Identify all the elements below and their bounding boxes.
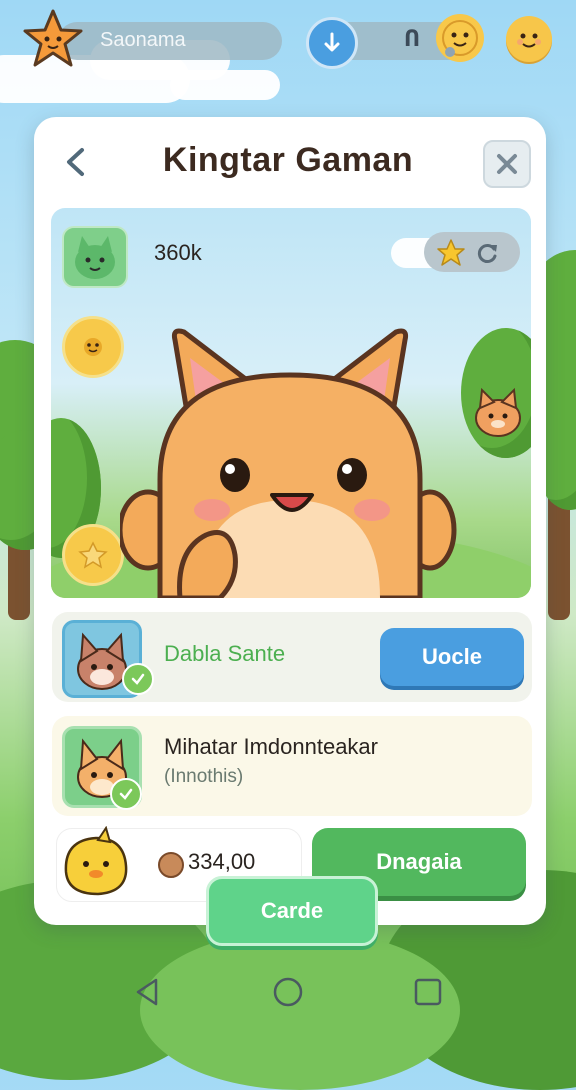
row2-subtitle: (Innothis) xyxy=(164,766,244,787)
puzzle-coin-icon[interactable] xyxy=(62,316,124,378)
chick-character xyxy=(58,825,132,898)
refresh-icon[interactable] xyxy=(474,240,500,266)
star-icon xyxy=(436,238,466,268)
row1-label: Dabla Sante xyxy=(164,641,286,666)
nav-recents-icon[interactable] xyxy=(412,976,444,1012)
checkmark-badge-icon xyxy=(122,663,154,695)
checkmark-badge-icon xyxy=(110,778,142,810)
row2-title: Mihatar Imdonnteakar xyxy=(164,734,378,759)
close-icon[interactable] xyxy=(483,140,531,188)
smiley-icon[interactable] xyxy=(506,16,552,62)
coin-icon xyxy=(158,852,184,878)
player-name: Saonama xyxy=(100,29,186,51)
arrow-down-icon[interactable] xyxy=(306,17,358,69)
mascot-character[interactable] xyxy=(117,320,460,601)
nav-home-icon[interactable] xyxy=(272,976,304,1012)
star-icon xyxy=(22,8,84,70)
unlock-button[interactable]: Uocle xyxy=(380,628,524,686)
main-button[interactable]: Carde xyxy=(206,876,378,946)
nav-back-icon[interactable] xyxy=(132,976,164,1012)
creature-avatar[interactable] xyxy=(62,226,128,288)
score-value: 360k xyxy=(154,240,202,265)
status-text: Ո xyxy=(404,27,421,52)
magnet-icon[interactable] xyxy=(436,14,484,62)
badge-coin-icon[interactable] xyxy=(62,524,124,586)
fox-character[interactable] xyxy=(470,384,526,442)
price-value: 334,00 xyxy=(188,849,256,874)
